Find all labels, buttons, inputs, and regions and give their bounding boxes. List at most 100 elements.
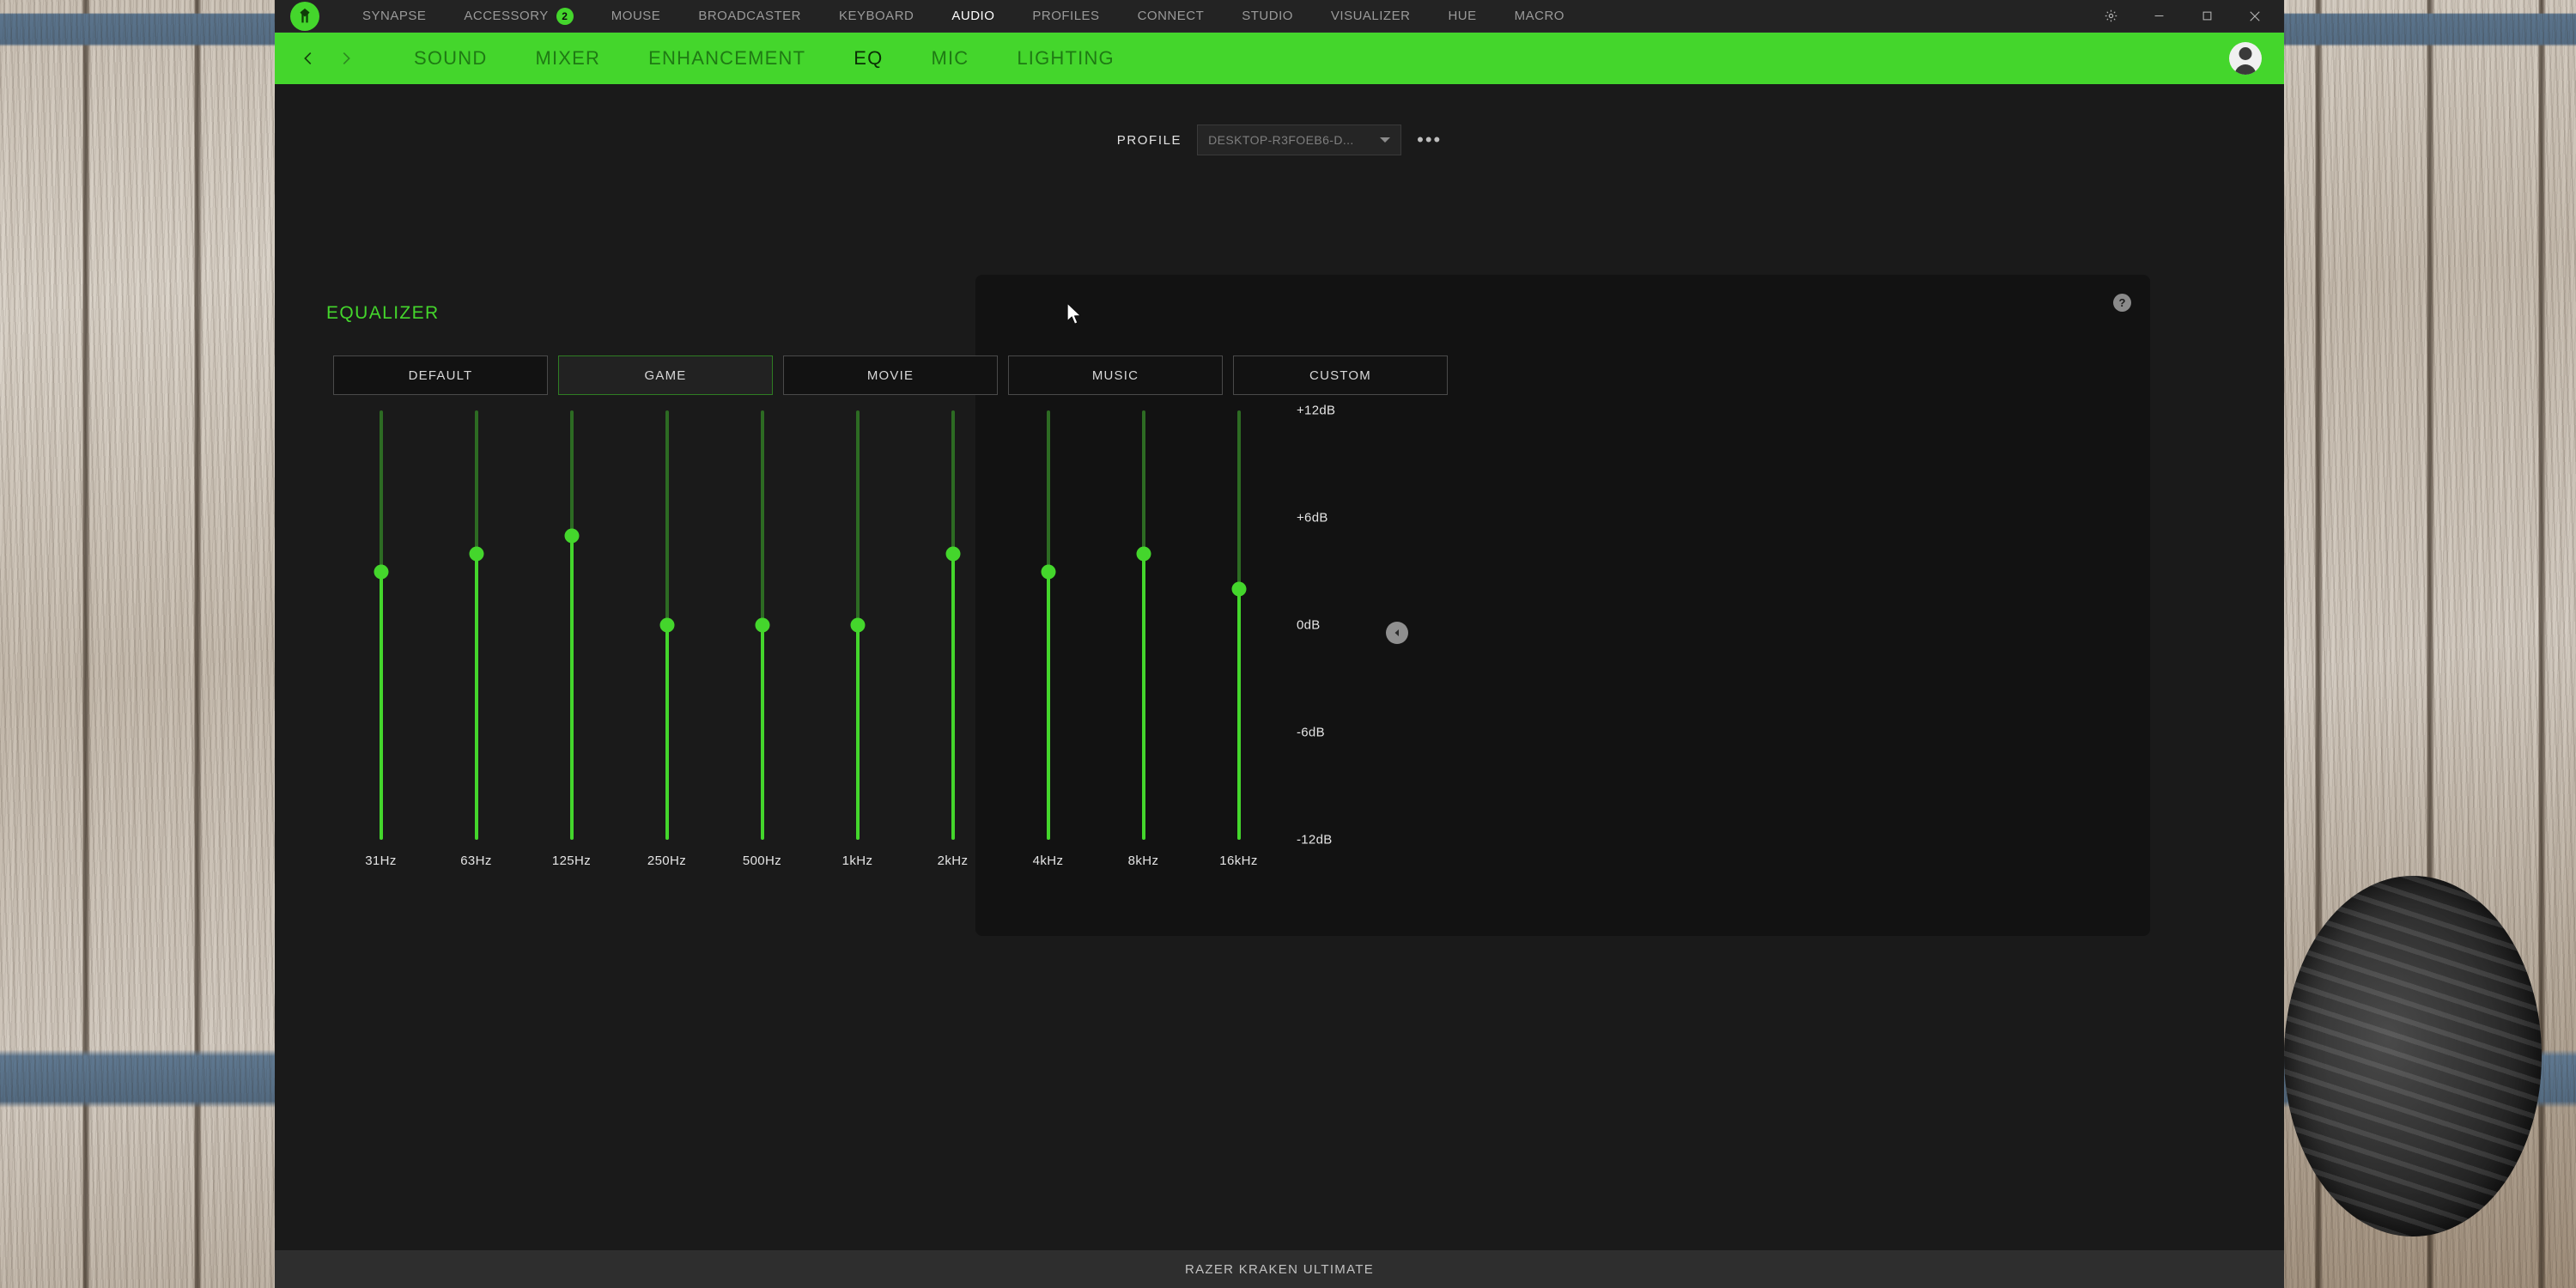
nav-tab-label: STUDIO bbox=[1242, 8, 1293, 23]
chevron-down-icon bbox=[1380, 137, 1391, 143]
db-tick-label: +12dB bbox=[1297, 403, 1336, 418]
nav-tab-mouse[interactable]: MOUSE bbox=[592, 0, 680, 33]
wallpaper-tire bbox=[2284, 876, 2542, 1236]
slider-thumb[interactable] bbox=[564, 528, 579, 544]
tab-enhancement[interactable]: ENHANCEMENT bbox=[624, 47, 829, 70]
freq-label-16khz: 16kHz bbox=[1219, 854, 1258, 868]
equalizer-sliders: 31Hz 63Hz 125Hz 250Hz 500Hz 1kHz 2kHz 4kHz 8kHz 1… bbox=[333, 410, 1286, 868]
maximize-icon[interactable] bbox=[2183, 0, 2231, 33]
window-controls bbox=[2087, 0, 2279, 33]
eq-slider-4khz[interactable] bbox=[1031, 410, 1066, 840]
chevron-left-icon[interactable] bbox=[294, 44, 323, 73]
avatar-head bbox=[2239, 47, 2252, 61]
preset-custom-button[interactable]: CUSTOM bbox=[1233, 355, 1448, 395]
nav-tab-label: KEYBOARD bbox=[839, 8, 914, 23]
nav-tab-studio[interactable]: STUDIO bbox=[1223, 0, 1312, 33]
nav-tab-keyboard[interactable]: KEYBOARD bbox=[820, 0, 933, 33]
nav-tab-label: PROFILES bbox=[1032, 8, 1100, 23]
eq-slider-8khz[interactable] bbox=[1127, 410, 1161, 840]
db-tick-label: -12dB bbox=[1297, 832, 1333, 848]
nav-tab-profiles[interactable]: PROFILES bbox=[1013, 0, 1118, 33]
tab-mixer[interactable]: MIXER bbox=[511, 47, 624, 70]
nav-tab-label: HUE bbox=[1448, 8, 1477, 23]
nav-tab-label: BROADCASTER bbox=[698, 8, 801, 23]
settings-gear-icon[interactable] bbox=[2087, 0, 2135, 33]
eq-slider-2khz[interactable] bbox=[936, 410, 970, 840]
eq-slider-16khz[interactable] bbox=[1222, 410, 1256, 840]
eq-slider-250hz[interactable] bbox=[650, 410, 684, 840]
eq-slider-63hz[interactable] bbox=[459, 410, 494, 840]
slider-track-active bbox=[760, 625, 764, 840]
minimize-icon[interactable] bbox=[2135, 0, 2183, 33]
nav-tab-visualizer[interactable]: VISUALIZER bbox=[1312, 0, 1430, 33]
razer-logo-icon[interactable] bbox=[290, 1, 319, 31]
nav-tab-label: VISUALIZER bbox=[1330, 8, 1411, 23]
nav-tab-hue[interactable]: HUE bbox=[1429, 0, 1495, 33]
tab-sound[interactable]: SOUND bbox=[390, 47, 511, 70]
freq-label-4khz: 4kHz bbox=[1032, 854, 1064, 868]
profile-selected-value: DESKTOP-R3FOEB6-D... bbox=[1208, 133, 1354, 147]
profile-dropdown[interactable]: DESKTOP-R3FOEB6-D... bbox=[1197, 125, 1402, 155]
user-avatar-icon[interactable] bbox=[2229, 42, 2262, 75]
eq-slider-31hz[interactable] bbox=[364, 410, 398, 840]
slider-thumb[interactable] bbox=[755, 617, 769, 633]
preset-default-button[interactable]: DEFAULT bbox=[333, 355, 548, 395]
help-icon[interactable]: ? bbox=[2113, 294, 2131, 312]
slider-thumb[interactable] bbox=[1136, 546, 1151, 562]
slider-thumb[interactable] bbox=[850, 617, 865, 633]
preset-movie-button[interactable]: MOVIE bbox=[783, 355, 998, 395]
slider-track-active bbox=[1236, 589, 1241, 840]
eq-slider-1khz[interactable] bbox=[841, 410, 875, 840]
eq-slider-125hz[interactable] bbox=[555, 410, 589, 840]
slider-thumb[interactable] bbox=[469, 546, 483, 562]
freq-label-8khz: 8kHz bbox=[1127, 854, 1159, 868]
nav-tab-audio[interactable]: AUDIO bbox=[933, 0, 1013, 33]
tab-lighting[interactable]: LIGHTING bbox=[993, 47, 1139, 70]
eq-page-content: PROFILE DESKTOP-R3FOEB6-D... ••• ? EQUAL… bbox=[275, 84, 2284, 1250]
eq-slider-500hz[interactable] bbox=[745, 410, 780, 840]
slider-track-active bbox=[1046, 571, 1050, 840]
nav-tab-synapse[interactable]: SYNAPSE bbox=[343, 0, 445, 33]
slider-track-active bbox=[665, 625, 669, 840]
preset-buttons: DEFAULT GAME MOVIE MUSIC CUSTOM bbox=[333, 355, 1448, 395]
close-icon[interactable] bbox=[2231, 0, 2279, 33]
audio-sub-nav-bar: SOUND MIXER ENHANCEMENT EQ MIC LIGHTING bbox=[275, 33, 2284, 84]
slider-track-active bbox=[569, 535, 574, 840]
collapse-left-arrow-icon[interactable] bbox=[1386, 622, 1408, 644]
avatar-body bbox=[2234, 64, 2257, 75]
slider-thumb[interactable] bbox=[945, 546, 960, 562]
freq-label-31hz: 31Hz bbox=[365, 854, 397, 868]
equalizer-title: EQUALIZER bbox=[326, 303, 440, 323]
nav-tab-label: MOUSE bbox=[611, 8, 661, 23]
preset-music-button[interactable]: MUSIC bbox=[1008, 355, 1223, 395]
chevron-right-icon[interactable] bbox=[331, 44, 361, 73]
slider-track-active bbox=[1141, 553, 1145, 840]
connected-device-name: RAZER KRAKEN ULTIMATE bbox=[1184, 1261, 1375, 1277]
preset-game-button[interactable]: GAME bbox=[558, 355, 773, 395]
db-tick-label: -6dB bbox=[1297, 725, 1325, 740]
status-bar: RAZER KRAKEN ULTIMATE bbox=[275, 1250, 2284, 1288]
db-tick-label: +6dB bbox=[1297, 510, 1328, 526]
slider-thumb[interactable] bbox=[374, 564, 388, 579]
nav-tab-accessory[interactable]: ACCESSORY 2 bbox=[445, 0, 592, 33]
nav-tab-label: MACRO bbox=[1514, 8, 1564, 23]
nav-tab-connect[interactable]: CONNECT bbox=[1119, 0, 1224, 33]
freq-label-500hz: 500Hz bbox=[742, 854, 782, 868]
profile-more-options-button[interactable]: ••• bbox=[1417, 131, 1442, 149]
freq-label-125hz: 125Hz bbox=[551, 854, 592, 868]
slider-track-active bbox=[474, 553, 478, 840]
nav-tab-label: ACCESSORY bbox=[464, 8, 549, 23]
nav-tab-label: SYNAPSE bbox=[362, 8, 427, 23]
tab-mic[interactable]: MIC bbox=[907, 47, 993, 70]
main-nav-tabs: SYNAPSE ACCESSORY 2 MOUSE BROADCASTER KE… bbox=[343, 0, 2087, 33]
tab-eq[interactable]: EQ bbox=[829, 47, 907, 70]
slider-track-active bbox=[855, 625, 860, 840]
nav-tab-broadcaster[interactable]: BROADCASTER bbox=[679, 0, 820, 33]
slider-thumb[interactable] bbox=[1231, 581, 1246, 597]
slider-thumb[interactable] bbox=[1041, 564, 1055, 579]
nav-tab-macro[interactable]: MACRO bbox=[1496, 0, 1583, 33]
slider-thumb[interactable] bbox=[659, 617, 674, 633]
accessory-count-badge: 2 bbox=[556, 7, 574, 25]
profile-label: PROFILE bbox=[1116, 132, 1182, 148]
slider-track-active bbox=[379, 571, 383, 840]
